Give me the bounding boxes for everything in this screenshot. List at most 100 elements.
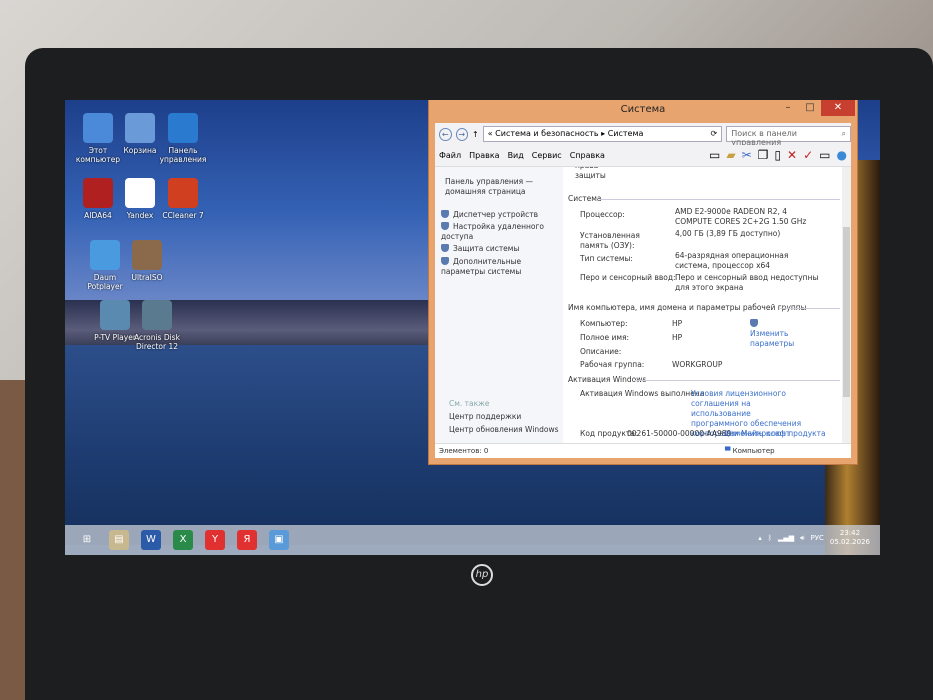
cut-off-text: права защиты — [575, 167, 606, 180]
left-pane-link[interactable]: Защита системы — [441, 244, 556, 254]
full-name-label: Полное имя: — [580, 333, 630, 342]
windows-update-link[interactable]: Центр обновления Windows — [449, 425, 559, 435]
app-icon — [83, 178, 113, 208]
bluetooth-icon[interactable]: ᛒ — [768, 534, 772, 542]
up-button[interactable]: ↑ — [472, 130, 479, 139]
screen: Этот компьютер Корзина Панель управления AI… — [65, 100, 880, 555]
taskbar-app[interactable]: ▣ — [269, 530, 289, 550]
processor-value: AMD E2-9000e RADEON R2, 4 COMPUTE CORES … — [675, 207, 807, 226]
status-location-label: Компьютер — [732, 447, 775, 455]
search-input[interactable]: Поиск в панели управления ⌕ — [726, 126, 851, 147]
clock[interactable]: 23:42 05.02.2026 — [830, 529, 870, 547]
status-bar: Элементов: 0 ▀ Компьютер — [435, 443, 851, 458]
desktop-icon-label: CCleaner 7 — [162, 211, 204, 220]
forward-button[interactable]: → — [455, 127, 469, 141]
desktop-icon-label: UltraISO — [131, 273, 163, 282]
left-pane-link[interactable]: Настройка удаленного доступа — [441, 222, 556, 242]
left-pane-link-label: Диспетчер устройств — [453, 210, 539, 219]
paste-icon[interactable]: ▯ — [774, 148, 781, 162]
left-pane-link-label: Настройка удаленного доступа — [441, 222, 545, 241]
workgroup-label: Рабочая группа: — [580, 360, 645, 369]
menu-item[interactable]: Сервис — [532, 151, 562, 160]
address-bar[interactable]: « Система и безопасность ▸ Система ⟳ — [482, 126, 723, 142]
scrollbar-thumb[interactable] — [843, 227, 850, 397]
control-panel-home-link[interactable]: Панель управления — домашняя страница — [445, 177, 555, 197]
app-icon — [125, 113, 155, 143]
check-icon[interactable]: ✓ — [803, 148, 813, 162]
shield-icon — [441, 210, 449, 218]
taskbar-app[interactable]: ⊞ — [77, 530, 97, 550]
computer-name-value: HP — [672, 319, 683, 328]
computer-name-label: Компьютер: — [580, 319, 628, 328]
window-title: Система — [620, 104, 666, 115]
computer-icon: ▀ — [725, 447, 733, 455]
app-icon — [100, 300, 130, 330]
delete-icon[interactable]: ✕ — [787, 148, 797, 162]
title-bar[interactable]: Система – □ ✕ — [429, 100, 857, 123]
menu-item[interactable]: Правка — [469, 151, 499, 160]
desktop-icon[interactable]: Панель управления — [155, 113, 211, 164]
back-button[interactable]: ← — [439, 127, 452, 141]
left-pane-link[interactable]: Диспетчер устройств — [441, 210, 556, 220]
breadcrumb: « Система и безопасность ▸ Система — [487, 129, 644, 138]
app-icon — [142, 300, 172, 330]
change-settings-link[interactable]: Изменить параметры — [750, 319, 800, 349]
menu-item[interactable]: Вид — [508, 151, 524, 160]
globe-icon[interactable]: ● — [837, 148, 847, 162]
folder-icon[interactable]: ▰ — [726, 148, 735, 162]
desktop-icon[interactable]: CCleaner 7 — [155, 178, 211, 220]
hp-logo: hp — [471, 564, 493, 586]
left-pane-link[interactable]: Дополнительные параметры системы — [441, 257, 556, 277]
search-placeholder: Поиск в панели управления — [731, 129, 797, 147]
shield-icon — [441, 244, 449, 252]
layout-icon[interactable]: ▭ — [709, 148, 720, 162]
close-button[interactable]: ✕ — [821, 100, 855, 116]
app-icon — [90, 240, 120, 270]
scrollbar[interactable] — [842, 167, 851, 443]
taskbar-app[interactable]: ▤ — [109, 530, 129, 550]
maximize-button[interactable]: □ — [799, 100, 821, 116]
change-product-key-link[interactable]: Изменить ключ продукта — [725, 429, 826, 439]
desktop-icon-label: Панель управления — [159, 146, 207, 164]
clock-date: 05.02.2026 — [829, 538, 870, 546]
pen-label: Перо и сенсорный ввод: — [580, 273, 676, 282]
language-indicator[interactable]: РУС — [811, 534, 824, 542]
desktop-icon[interactable]: Acronis Disk Director 12 — [129, 300, 185, 351]
copy-icon[interactable]: ❐ — [758, 148, 769, 162]
action-center-link[interactable]: Центр поддержки — [449, 412, 521, 422]
product-key-value: 00261-50000-00000-AA989 — [627, 429, 732, 438]
computer-section-header: Имя компьютера, имя домена и параметры р… — [568, 303, 807, 312]
status-location: ▀ Компьютер — [725, 444, 775, 458]
minimize-button[interactable]: – — [777, 100, 799, 116]
volume-icon[interactable]: 🔊︎ — [800, 534, 804, 543]
refresh-icon[interactable]: ⟳ — [711, 129, 718, 139]
menu-item[interactable]: Справка — [570, 151, 605, 160]
left-pane-link-label: Дополнительные параметры системы — [441, 257, 522, 276]
processor-label: Процессор: — [580, 210, 625, 219]
cut-icon[interactable]: ✂ — [742, 148, 752, 162]
ram-value: 4,00 ГБ (3,89 ГБ доступно) — [675, 229, 781, 238]
taskbar-app[interactable]: Я — [237, 530, 257, 550]
taskbar-app[interactable]: Y — [205, 530, 225, 550]
app-icon — [168, 178, 198, 208]
signal-icon[interactable]: ▂▄▆ — [778, 534, 794, 542]
system-window: Система – □ ✕ ← → ↑ « Система и безопасн… — [428, 100, 858, 465]
show-hidden-icons[interactable]: ▴ — [758, 534, 762, 542]
menu-item[interactable]: Файл — [439, 151, 461, 160]
taskbar-app[interactable]: W — [141, 530, 161, 550]
taskbar: ⊞ ▤ W X Y Я ▣ ▴ ᛒ ▂▄▆ 🔊︎ РУС 23:42 05.02.2026 — [65, 525, 880, 555]
description-label: Описание: — [580, 347, 622, 356]
taskbar-app[interactable]: X — [173, 530, 193, 550]
change-settings-label: Изменить параметры — [750, 329, 795, 348]
clock-time: 23:42 — [839, 529, 861, 537]
ram-label: Установленная память (ОЗУ): — [580, 231, 640, 250]
item-count: Элементов: 0 — [439, 447, 489, 455]
desktop-icon[interactable]: UltraISO — [119, 240, 175, 282]
properties-icon[interactable]: ▭ — [819, 148, 830, 162]
full-name-value: HP — [672, 333, 683, 342]
app-icon — [168, 113, 198, 143]
pen-value: Перо и сенсорный ввод недоступны для это… — [675, 273, 819, 292]
system-section-header: Система — [568, 194, 602, 203]
see-also-label: См. также — [449, 399, 490, 408]
shield-icon — [441, 257, 449, 265]
